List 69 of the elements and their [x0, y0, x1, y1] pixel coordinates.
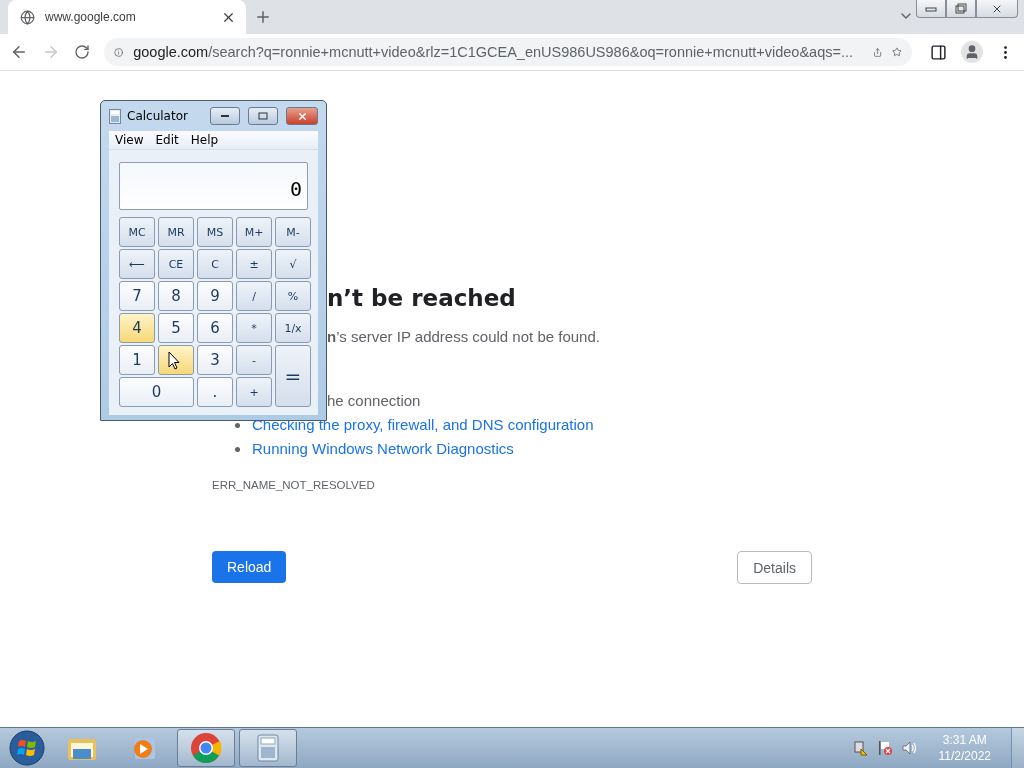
browser-tab[interactable]: www.google.com: [8, 0, 246, 34]
taskbar-button[interactable]: [239, 729, 297, 767]
calculator-icon: [109, 108, 121, 124]
close-icon: [296, 110, 308, 122]
media-player-icon: [131, 735, 157, 761]
calculator-key[interactable]: ⟵: [119, 249, 155, 279]
minimize-button[interactable]: [210, 107, 240, 125]
calculator-key[interactable]: M-: [275, 217, 311, 247]
reload-icon[interactable]: [74, 44, 90, 60]
profile-avatar[interactable]: [961, 41, 983, 63]
calculator-display: 0: [119, 162, 308, 210]
calculator-key[interactable]: 6: [197, 313, 233, 343]
calculator-key[interactable]: MC: [119, 217, 155, 247]
flag-icon[interactable]: [876, 740, 893, 756]
calculator-key[interactable]: .: [197, 377, 233, 407]
minimize-icon: [925, 5, 937, 12]
bullet: [235, 423, 240, 428]
restore-button[interactable]: [946, 0, 976, 18]
calculator-key[interactable]: M+: [236, 217, 272, 247]
calculator-key[interactable]: √: [275, 249, 311, 279]
address-bar[interactable]: google.com/search?q=ronnie+mcnutt+video&rlz=1C1GCEA_enUS986US986&oq=ronnie+mcnutt+video&aqs=...: [104, 38, 912, 66]
new-tab-icon[interactable]: [254, 8, 272, 26]
calculator-key[interactable]: 8: [158, 281, 194, 311]
chrome-icon: [190, 732, 222, 764]
calculator-key[interactable]: =: [275, 345, 311, 407]
calculator-key[interactable]: /: [236, 281, 272, 311]
calculator-key[interactable]: 0: [119, 377, 194, 407]
calculator-key[interactable]: *: [236, 313, 272, 343]
calculator-key[interactable]: 5: [158, 313, 194, 343]
close-button[interactable]: [286, 107, 318, 125]
details-button[interactable]: Details: [737, 551, 812, 584]
window-title: Calculator: [127, 109, 189, 123]
calculator-key[interactable]: ±: [236, 249, 272, 279]
calculator-key[interactable]: [158, 345, 194, 375]
restore-icon: [955, 3, 967, 14]
calculator-key[interactable]: +: [236, 377, 272, 407]
calculator-key[interactable]: MR: [158, 217, 194, 247]
error-code: ERR_NAME_NOT_RESOLVED: [212, 479, 376, 491]
network-icon[interactable]: [852, 740, 869, 756]
calculator-key[interactable]: 4: [119, 313, 155, 343]
suggestion-link[interactable]: Running Windows Network Diagnostics: [252, 440, 514, 457]
error-heading: n’t be reached: [327, 284, 517, 313]
calculator-key[interactable]: 1/x: [275, 313, 311, 343]
close-button[interactable]: [976, 0, 1018, 18]
calculator-key[interactable]: 1: [119, 345, 155, 375]
calculator-icon: [257, 734, 279, 762]
calculator-key[interactable]: -: [236, 345, 272, 375]
calculator-key[interactable]: 7: [119, 281, 155, 311]
taskbar-button[interactable]: [177, 729, 235, 767]
calculator-key[interactable]: 9: [197, 281, 233, 311]
maximize-button[interactable]: [248, 107, 278, 125]
back-icon[interactable]: [10, 43, 28, 61]
calculator-key[interactable]: MS: [197, 217, 233, 247]
speaker-icon[interactable]: [900, 740, 917, 756]
side-panel-icon[interactable]: [930, 43, 947, 61]
bullet: [235, 447, 240, 452]
show-desktop-button[interactable]: [1011, 728, 1024, 768]
menu-item[interactable]: View: [115, 133, 144, 147]
reload-button[interactable]: Reload: [212, 551, 287, 583]
calculator-key[interactable]: 3: [197, 345, 233, 375]
menu-item[interactable]: Edit: [155, 133, 179, 147]
suggestion-text: he connection: [327, 392, 421, 409]
calculator-key[interactable]: C: [197, 249, 233, 279]
calculator-key[interactable]: CE: [158, 249, 194, 279]
calculator-key[interactable]: %: [275, 281, 311, 311]
error-message: n’s server IP address could not be found.: [327, 327, 601, 347]
menu-item[interactable]: Help: [190, 133, 219, 147]
globe-icon: [20, 9, 35, 25]
maximize-icon: [258, 112, 268, 120]
